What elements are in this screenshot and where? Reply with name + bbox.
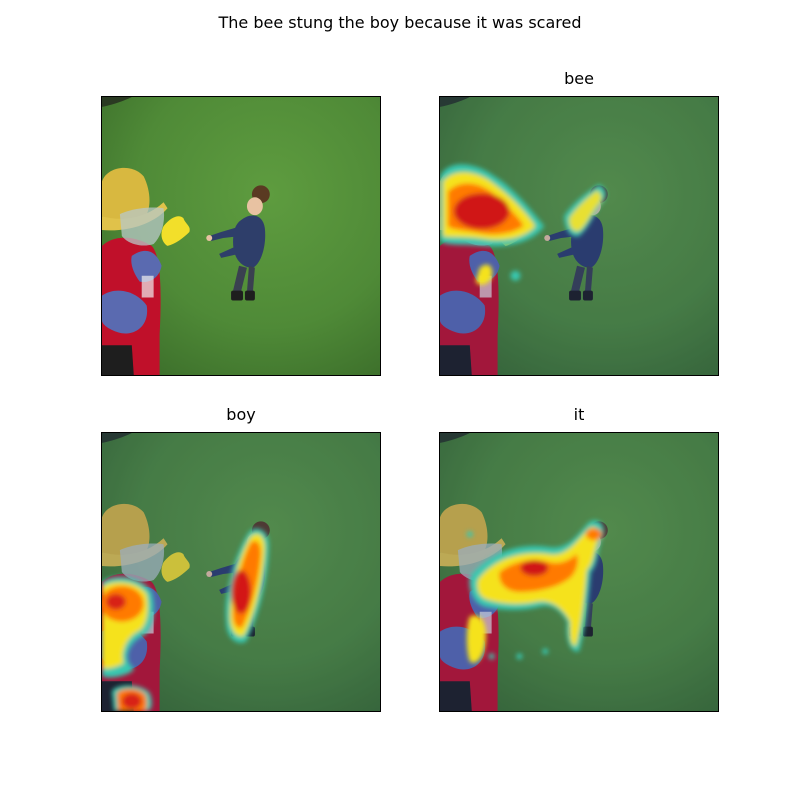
scene-photo xyxy=(102,97,380,375)
scene-photo-with-heatmap xyxy=(440,97,718,375)
panel-title-bee: bee xyxy=(564,69,594,88)
scene-photo-with-heatmap xyxy=(102,433,380,711)
photo-frame xyxy=(101,96,381,376)
photo-panel-original xyxy=(101,96,381,376)
scene-photo-with-heatmap xyxy=(440,433,718,711)
photo-frame xyxy=(439,96,719,376)
panel-title-it: it xyxy=(573,405,585,424)
panel-title-boy: boy xyxy=(226,405,256,424)
photo-frame xyxy=(439,432,719,712)
photo-panel-bee: bee xyxy=(439,69,719,376)
figure-title: The bee stung the boy because it was sca… xyxy=(218,13,582,32)
photo-frame xyxy=(101,432,381,712)
photo-panel-boy: boy xyxy=(101,405,381,712)
photo-panel-it: it xyxy=(439,405,719,712)
